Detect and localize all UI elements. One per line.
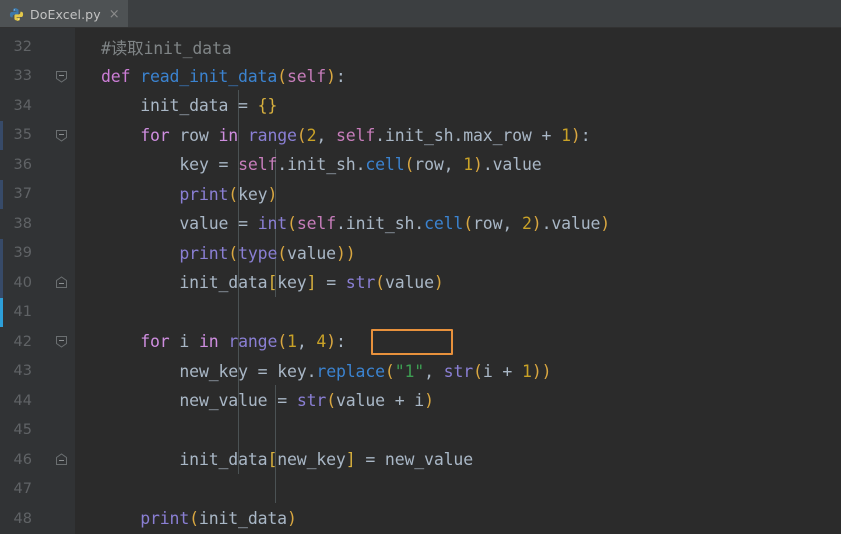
line-number: 46 [13, 451, 32, 468]
line-number: 42 [13, 333, 32, 350]
code-line-text: def read_init_data(self): [101, 66, 346, 86]
line-number: 36 [13, 156, 32, 173]
code-line[interactable]: print(type(value)) [75, 239, 841, 269]
code-line[interactable]: def read_init_data(self): [75, 62, 841, 92]
fold-region-end-icon[interactable] [55, 453, 68, 466]
code-line-text: print(key) [179, 184, 278, 204]
gutter-row[interactable]: 32 [0, 32, 75, 62]
gutter-row[interactable]: 36 [0, 150, 75, 180]
editor-tab-label: DoExcel.py [30, 7, 101, 22]
code-content-area[interactable]: #读取init_datadef read_init_data(self): in… [75, 28, 841, 534]
close-icon[interactable]: × [107, 8, 120, 21]
line-number: 39 [13, 245, 32, 261]
code-line[interactable]: print(key) [75, 180, 841, 210]
line-number: 33 [13, 68, 32, 84]
gutter-row[interactable]: 40 [0, 268, 75, 298]
code-line-text: print(type(value)) [179, 243, 356, 263]
code-line-text: value = int(self.init_sh.cell(row, 2).va… [179, 214, 611, 234]
code-line-text: #读取init_data [101, 38, 232, 58]
code-line-text: print(init_data) [140, 509, 297, 529]
editor-tab-bar: DoExcel.py × [0, 0, 841, 28]
code-line[interactable]: new_key = key.replace("1", str(i + 1)) [75, 357, 841, 387]
gutter-row[interactable]: 33 [0, 62, 75, 92]
gutter-row[interactable]: 35 [0, 120, 75, 150]
code-line[interactable]: for i in range(1, 4): [75, 327, 841, 357]
code-line-text: key = self.init_sh.cell(row, 1).value [179, 155, 542, 175]
line-number: 41 [13, 304, 32, 320]
line-number: 37 [13, 186, 32, 202]
line-number: 32 [13, 38, 32, 55]
line-number: 38 [13, 215, 32, 232]
line-number: 40 [13, 274, 32, 291]
line-number: 45 [13, 422, 32, 438]
vcs-change-marker[interactable] [0, 297, 3, 327]
code-line[interactable]: init_data = {} [75, 91, 841, 121]
code-line[interactable]: key = self.init_sh.cell(row, 1).value [75, 150, 841, 180]
gutter-row[interactable]: 43 [0, 357, 75, 387]
gutter-row[interactable]: 37 [0, 179, 75, 209]
gutter-row[interactable]: 47 [0, 475, 75, 505]
code-line[interactable]: init_data[new_key] = new_value [75, 445, 841, 475]
fold-collapse-icon[interactable] [55, 129, 68, 142]
gutter-row[interactable]: 41 [0, 297, 75, 327]
code-line[interactable]: print(init_data) [75, 504, 841, 534]
fold-collapse-icon[interactable] [55, 335, 68, 348]
code-line[interactable] [75, 416, 841, 446]
gutter-row[interactable]: 44 [0, 386, 75, 416]
gutter-row[interactable]: 38 [0, 209, 75, 239]
code-line[interactable]: new_value = str(value + i) [75, 386, 841, 416]
code-line-text: init_data[key] = str(value) [179, 273, 444, 293]
code-line-text: for i in range(1, 4): [140, 332, 346, 352]
editor-tab-doexcel[interactable]: DoExcel.py × [0, 0, 128, 27]
code-line-text: new_value = str(value + i) [179, 391, 434, 411]
code-line[interactable] [75, 298, 841, 328]
gutter-row[interactable]: 39 [0, 238, 75, 268]
python-file-icon [9, 7, 24, 22]
code-line[interactable]: for row in range(2, self.init_sh.max_row… [75, 121, 841, 151]
vcs-change-marker[interactable] [0, 238, 3, 268]
editor-gutter[interactable]: 32 33 34 35 36 37 38 39 40 41 42 43 44 45 46 47 48 [0, 28, 75, 534]
gutter-row[interactable]: 48 [0, 504, 75, 534]
line-number: 34 [13, 97, 32, 114]
fold-collapse-icon[interactable] [55, 70, 68, 83]
vcs-change-marker[interactable] [0, 268, 3, 298]
line-number: 47 [13, 481, 32, 497]
code-line-text: new_key = key.replace("1", str(i + 1)) [179, 361, 552, 381]
fold-region-end-icon[interactable] [55, 276, 68, 289]
code-line[interactable]: init_data[key] = str(value) [75, 268, 841, 298]
vcs-change-marker[interactable] [0, 120, 3, 150]
gutter-row[interactable]: 46 [0, 445, 75, 475]
code-line-text: init_data[new_key] = new_value [179, 450, 473, 470]
code-line-text: init_data = {} [140, 96, 278, 116]
gutter-row[interactable]: 42 [0, 327, 75, 357]
code-line[interactable]: #读取init_data [75, 32, 841, 62]
gutter-row[interactable]: 45 [0, 416, 75, 446]
line-number: 48 [13, 510, 32, 527]
ide-window: DoExcel.py × 32 33 34 35 36 37 38 39 40 41 42 43 44 4… [0, 0, 841, 534]
code-line-text: for row in range(2, self.init_sh.max_row… [140, 125, 591, 145]
line-number: 35 [13, 127, 32, 143]
line-number: 44 [13, 392, 32, 409]
code-line[interactable]: value = int(self.init_sh.cell(row, 2).va… [75, 209, 841, 239]
vcs-change-marker[interactable] [0, 179, 3, 209]
code-line[interactable] [75, 475, 841, 505]
editor-body: 32 33 34 35 36 37 38 39 40 41 42 43 44 45 46 47 48 #读取in… [0, 28, 841, 534]
line-number: 43 [13, 363, 32, 379]
gutter-row[interactable]: 34 [0, 91, 75, 121]
